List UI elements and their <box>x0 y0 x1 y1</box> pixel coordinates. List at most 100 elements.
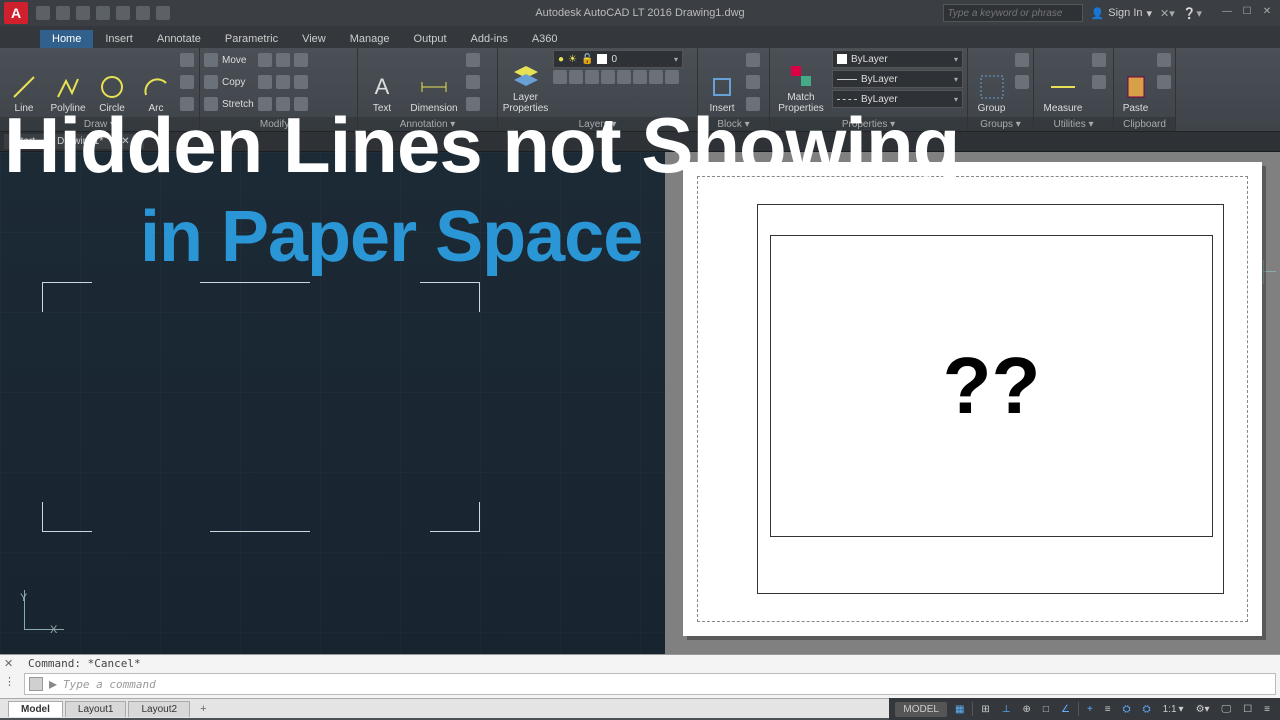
lineweight-value: ByLayer <box>861 74 898 85</box>
tab-home[interactable]: Home <box>40 30 93 48</box>
util-2[interactable] <box>1092 72 1106 92</box>
block-create-button[interactable] <box>746 72 760 92</box>
layer-selector[interactable]: ● ☀ 🔓 0 <box>553 50 683 68</box>
table-button[interactable] <box>466 72 480 92</box>
tab-parametric[interactable]: Parametric <box>213 30 290 48</box>
viewport-border-inner[interactable]: ?? <box>770 235 1213 537</box>
move-icon <box>204 53 218 67</box>
command-prompt-icon <box>29 677 43 691</box>
corner-top-left <box>42 282 92 312</box>
cut-button[interactable] <box>1157 50 1171 70</box>
status-anno2-icon[interactable]: ⛭ <box>1139 702 1155 717</box>
util-1[interactable] <box>1092 50 1106 70</box>
tab-manage[interactable]: Manage <box>338 30 402 48</box>
status-lwt-icon[interactable]: ≡ <box>1101 702 1115 717</box>
tab-annotate[interactable]: Annotate <box>145 30 213 48</box>
qat-print-icon[interactable] <box>116 6 130 20</box>
group-edit-button[interactable] <box>1015 72 1029 92</box>
layer-tool-3-icon[interactable] <box>585 70 599 84</box>
status-clean-icon[interactable]: ☐ <box>1239 702 1256 717</box>
status-polar-icon[interactable]: ⊕ <box>1019 702 1035 717</box>
tab-insert[interactable]: Insert <box>93 30 145 48</box>
layer-tool-1-icon[interactable] <box>553 70 567 84</box>
tab-output[interactable]: Output <box>402 30 459 48</box>
status-custom-icon[interactable]: ≡ <box>1260 702 1274 717</box>
signin-button[interactable]: 👤 Sign In ▾ <box>1091 7 1152 20</box>
lineweight-preview <box>837 79 857 80</box>
trim-button[interactable] <box>276 50 290 70</box>
question-marks: ?? <box>943 340 1041 432</box>
help-search-input[interactable] <box>943 4 1083 22</box>
close-button[interactable]: ✕ <box>1258 6 1276 20</box>
color-selector[interactable]: ByLayer <box>832 50 963 68</box>
block-edit-icon <box>746 53 760 67</box>
table-icon <box>466 75 480 89</box>
command-handle-icon[interactable]: ⋮ <box>4 675 18 688</box>
layer-tool-5-icon[interactable] <box>617 70 631 84</box>
qat-undo-icon[interactable] <box>136 6 150 20</box>
status-dynmode-icon[interactable]: + <box>1083 702 1097 717</box>
layout-tab-model[interactable]: Model <box>8 701 63 717</box>
status-space-toggle[interactable]: MODEL <box>895 702 947 717</box>
command-close-icon[interactable]: ✕ <box>4 657 18 670</box>
help-icon[interactable]: ❔▾ <box>1183 7 1202 20</box>
lineweight-selector[interactable]: ByLayer <box>832 70 963 88</box>
fillet-button[interactable] <box>276 72 290 92</box>
layer-tool-2-icon[interactable] <box>569 70 583 84</box>
modify-extra-1[interactable] <box>294 50 308 70</box>
mirror-button[interactable] <box>258 72 272 92</box>
qat-new-icon[interactable] <box>36 6 50 20</box>
draw-extra-1[interactable] <box>180 50 194 70</box>
person-icon: 👤 <box>1091 7 1105 20</box>
layout-tab-add[interactable]: + <box>192 701 214 717</box>
leader-button[interactable] <box>466 50 480 70</box>
status-snap-icon[interactable]: ⊞ <box>977 702 993 717</box>
text-icon: A <box>368 73 396 101</box>
copy-label: Copy <box>222 77 245 88</box>
exchange-icon[interactable]: ✕▾ <box>1160 7 1175 20</box>
status-grid-icon[interactable]: ▦ <box>951 702 968 717</box>
status-ortho-icon[interactable]: ⊥ <box>998 702 1015 717</box>
status-bar: MODEL ▦ ⊞ ⊥ ⊕ □ ∠ + ≡ ⛭ ⛭ 1:1▾ ⚙▾ 🖵 ☐ ≡ <box>889 698 1280 720</box>
status-annoscale[interactable]: 1:1▾ <box>1159 702 1188 717</box>
overlay-title-line1: Hidden Lines not Showing <box>0 100 1280 191</box>
viewport-border-outer[interactable]: ?? <box>757 204 1224 594</box>
qat-saveas-icon[interactable] <box>96 6 110 20</box>
status-ws-icon[interactable]: ⚙▾ <box>1192 702 1214 717</box>
color-value: ByLayer <box>851 54 888 65</box>
cut-icon <box>1157 53 1171 67</box>
tab-view[interactable]: View <box>290 30 338 48</box>
block-edit-button[interactable] <box>746 50 760 70</box>
color-swatch <box>837 54 847 64</box>
app-logo[interactable]: A <box>4 2 28 24</box>
status-anno1-icon[interactable]: ⛭ <box>1119 702 1135 717</box>
command-input[interactable]: Type a command <box>63 678 1271 691</box>
corner-bot-left <box>42 502 92 532</box>
tab-a360[interactable]: A360 <box>520 30 570 48</box>
corner-bot-right <box>430 502 480 532</box>
status-monitor-icon[interactable]: 🖵 <box>1218 702 1236 717</box>
layer-tool-7-icon[interactable] <box>649 70 663 84</box>
ungroup-button[interactable] <box>1015 50 1029 70</box>
qat-save-icon[interactable] <box>76 6 90 20</box>
layout-tab-layout2[interactable]: Layout2 <box>128 701 190 717</box>
qat-open-icon[interactable] <box>56 6 70 20</box>
status-otrack-icon[interactable]: ∠ <box>1057 702 1074 717</box>
status-osnap-icon[interactable]: □ <box>1039 702 1053 717</box>
command-input-row[interactable]: ▸ Type a command <box>24 673 1276 695</box>
copy-clip-button[interactable] <box>1157 72 1171 92</box>
layer-tool-4-icon[interactable] <box>601 70 615 84</box>
layout-tab-layout1[interactable]: Layout1 <box>65 701 127 717</box>
move-button[interactable]: Move <box>204 50 254 70</box>
copy-button[interactable]: Copy <box>204 72 254 92</box>
tab-addins[interactable]: Add-ins <box>459 30 520 48</box>
draw-extra-2[interactable] <box>180 72 194 92</box>
modify-extra-2[interactable] <box>294 72 308 92</box>
qat-redo-icon[interactable] <box>156 6 170 20</box>
layer-tool-8-icon[interactable] <box>665 70 679 84</box>
layer-tool-6-icon[interactable] <box>633 70 647 84</box>
paper-space-panel[interactable]: ?? <box>665 152 1280 654</box>
restore-button[interactable]: ☐ <box>1238 6 1256 20</box>
rotate-button[interactable] <box>258 50 272 70</box>
minimize-button[interactable]: — <box>1218 6 1236 20</box>
